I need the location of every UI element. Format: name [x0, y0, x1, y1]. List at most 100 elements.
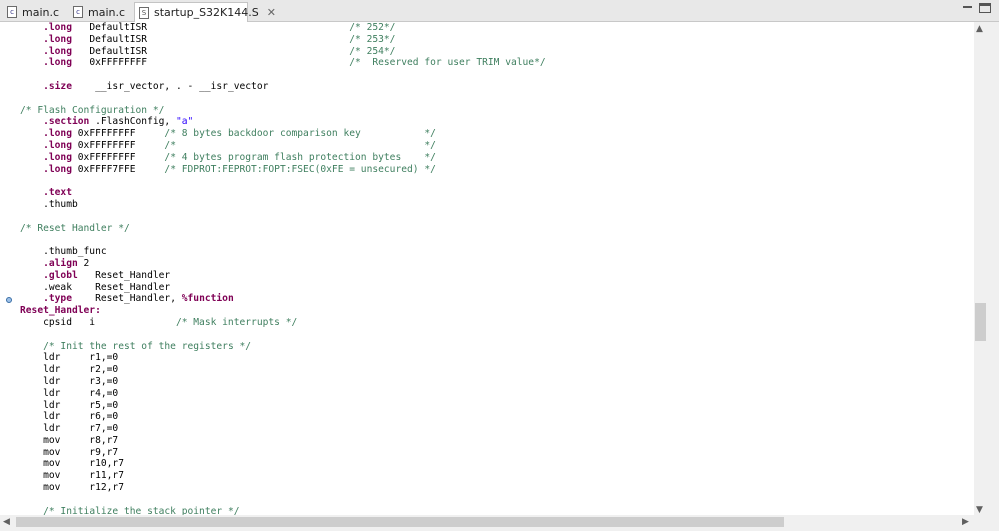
- breakpoint-marker-icon[interactable]: [6, 297, 12, 303]
- code-token: /* Reset Handler */: [20, 222, 130, 234]
- code-line[interactable]: mov r12,r7: [20, 482, 546, 494]
- code-line[interactable]: ldr r3,=0: [20, 376, 546, 388]
- code-token: /* Flash Configuration */: [20, 104, 165, 116]
- code-line[interactable]: ldr r7,=0: [20, 423, 546, 435]
- vertical-scrollbar[interactable]: [974, 22, 999, 515]
- code-line[interactable]: [20, 93, 546, 105]
- scroll-left-icon[interactable]: ◀: [3, 517, 10, 527]
- code-token: .long: [43, 57, 72, 69]
- scroll-down-icon[interactable]: ▼: [976, 505, 983, 515]
- code-line[interactable]: .globl Reset_Handler: [20, 270, 546, 282]
- code-line[interactable]: cpsid i /* Mask interrupts */: [20, 317, 546, 329]
- code-line[interactable]: [20, 175, 546, 187]
- vertical-scroll-thumb[interactable]: [975, 303, 986, 341]
- code-line[interactable]: mov r9,r7: [20, 447, 546, 459]
- code-line[interactable]: .long 0xFFFFFFFF /* 8 bytes backdoor com…: [20, 128, 546, 140]
- tab-main-c-2[interactable]: c main.c: [68, 2, 132, 21]
- code-token: Reset_Handler: [77, 269, 171, 281]
- code-line[interactable]: .thumb_func: [20, 246, 546, 258]
- code-line[interactable]: .align 2: [20, 258, 546, 270]
- code-token: "a": [175, 116, 194, 128]
- code-token: .long: [43, 139, 72, 151]
- code-token: __isr_vector, . - __isr_vector: [72, 80, 269, 92]
- asm-file-icon: S: [139, 6, 149, 19]
- code-token: /* Initialize the stack pointer */: [43, 505, 240, 515]
- code-line[interactable]: [20, 329, 546, 341]
- code-line[interactable]: [20, 211, 546, 223]
- code-line[interactable]: ldr r2,=0: [20, 364, 546, 376]
- code-line[interactable]: ldr r4,=0: [20, 388, 546, 400]
- code-token: /* 8 bytes backdoor comparison key */: [164, 128, 436, 140]
- tab-startup-s32k144[interactable]: S startup_S32K144.S ✕: [134, 2, 276, 22]
- code-line[interactable]: mov r8,r7: [20, 435, 546, 447]
- code-line[interactable]: [20, 234, 546, 246]
- code-token: .long: [43, 151, 72, 163]
- horizontal-scroll-thumb[interactable]: [16, 517, 784, 527]
- code-line[interactable]: [20, 69, 546, 81]
- code-line[interactable]: Reset_Handler:: [20, 305, 546, 317]
- code-line[interactable]: .weak Reset_Handler: [20, 282, 546, 294]
- scroll-right-icon[interactable]: ▶: [962, 517, 969, 527]
- code-token: ldr r4,=0: [20, 387, 119, 399]
- code-token: /* Init the rest of the registers */: [43, 340, 252, 352]
- code-line[interactable]: /* Reset Handler */: [20, 223, 546, 235]
- code-token: /* 252*/: [349, 22, 396, 33]
- code-token: %function: [181, 293, 234, 305]
- code-line[interactable]: mov r11,r7: [20, 470, 546, 482]
- tab-main-c-1[interactable]: c main.c: [2, 2, 62, 21]
- code-token: .long: [43, 163, 72, 175]
- code-token: mov r11,r7: [20, 470, 124, 482]
- code-line[interactable]: .long DefaultISR /* 254*/: [20, 46, 546, 58]
- code-line[interactable]: [20, 494, 546, 506]
- code-token: Reset_Handler,: [72, 293, 182, 305]
- code-line[interactable]: /* Flash Configuration */: [20, 105, 546, 117]
- code-line[interactable]: .text: [20, 187, 546, 199]
- code-line[interactable]: .long DefaultISR /* 253*/: [20, 34, 546, 46]
- code-line[interactable]: .type Reset_Handler, %function: [20, 293, 546, 305]
- code-token: /* 253*/: [349, 33, 396, 45]
- code-line[interactable]: /* Initialize the stack pointer */: [20, 506, 546, 515]
- code-line[interactable]: mov r10,r7: [20, 458, 546, 470]
- code-line[interactable]: .size __isr_vector, . - __isr_vector: [20, 81, 546, 93]
- maximize-icon[interactable]: [979, 3, 991, 13]
- code-token: .size: [43, 80, 72, 92]
- tab-label: main.c: [88, 5, 126, 19]
- code-token: 0xFFFFFFFF: [72, 139, 165, 151]
- code-line[interactable]: /* Init the rest of the registers */: [20, 341, 546, 353]
- code-editor[interactable]: .long DefaultISR /* 252*/ .long DefaultI…: [0, 22, 974, 515]
- code-text[interactable]: .long DefaultISR /* 252*/ .long DefaultI…: [20, 22, 546, 515]
- code-line[interactable]: .long 0xFFFFFFFF /* */: [20, 140, 546, 152]
- code-token: .thumb_func: [20, 246, 107, 258]
- code-line[interactable]: ldr r5,=0: [20, 400, 546, 412]
- code-token: ldr r2,=0: [20, 364, 119, 376]
- code-token: .type: [43, 293, 72, 305]
- scroll-up-icon[interactable]: ▲: [976, 24, 983, 34]
- code-token: DefaultISR: [72, 45, 350, 57]
- code-line[interactable]: .long 0xFFFF7FFE /* FDPROT:FEPROT:FOPT:F…: [20, 164, 546, 176]
- code-token: .text: [43, 187, 72, 199]
- code-line[interactable]: .long 0xFFFFFFFF /* 4 bytes program flas…: [20, 152, 546, 164]
- code-line[interactable]: .long DefaultISR /* 252*/: [20, 22, 546, 34]
- code-token: .long: [43, 33, 72, 45]
- code-line[interactable]: .long 0xFFFFFFFF /* Reserved for user TR…: [20, 57, 546, 69]
- code-token: ldr r5,=0: [20, 399, 119, 411]
- code-token: .weak Reset_Handler: [20, 281, 171, 293]
- code-line[interactable]: ldr r6,=0: [20, 411, 546, 423]
- code-token: mov r12,r7: [20, 482, 124, 494]
- code-token: .long: [43, 128, 72, 140]
- minimize-icon[interactable]: [962, 3, 974, 13]
- code-line[interactable]: ldr r1,=0: [20, 352, 546, 364]
- code-line[interactable]: .section .FlashConfig, "a": [20, 116, 546, 128]
- code-line[interactable]: .thumb: [20, 199, 546, 211]
- close-icon[interactable]: ✕: [267, 6, 276, 19]
